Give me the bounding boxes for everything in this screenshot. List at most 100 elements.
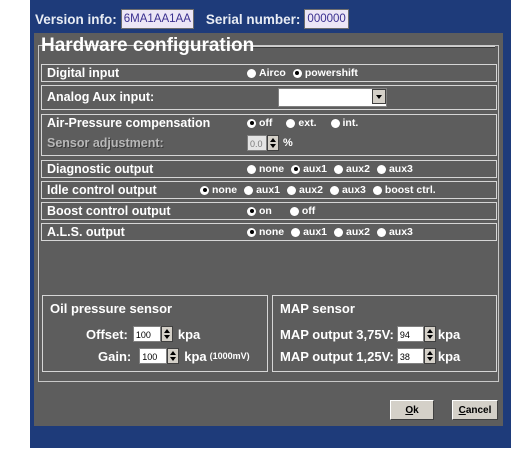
map-out1-line: MAP output 3,75V: 94 kpa: [280, 326, 460, 342]
radio-diag-none[interactable]: none: [247, 163, 284, 175]
radio-selected-icon: [200, 185, 209, 195]
radio-idle-boost[interactable]: boost ctrl.: [372, 184, 436, 196]
radio-selected-icon: [291, 164, 301, 174]
oil-pressure-group: Oil pressure sensor Offset: 100 kpa Gain…: [42, 295, 268, 372]
radio-air-ext[interactable]: ext.: [286, 117, 317, 129]
digital-input-label: Digital input: [47, 66, 120, 80]
map-out1-stepper[interactable]: 94: [396, 326, 436, 342]
sensor-adjustment-input[interactable]: 0.0: [247, 135, 267, 151]
radio-icon: [287, 185, 297, 195]
radio-digital-powershift[interactable]: powershift: [292, 67, 358, 79]
als-output-label: A.L.S. output: [47, 225, 125, 239]
radio-diag-aux2[interactable]: aux2: [334, 163, 370, 175]
version-value: 6MA1AA1AA: [120, 9, 194, 29]
diagnostic-output-row: Diagnostic output none aux1 aux2 aux3: [41, 160, 497, 178]
idle-control-options: none aux1 aux2 aux3 boost ctrl.: [200, 184, 443, 196]
radio-idle-aux2[interactable]: aux2: [287, 184, 323, 196]
radio-digital-airco[interactable]: Airco: [247, 67, 286, 79]
radio-als-aux1[interactable]: aux1: [291, 226, 327, 238]
sensor-adjustment-label: Sensor adjustment:: [47, 136, 164, 150]
ok-button[interactable]: Ok: [390, 400, 434, 420]
analog-aux-row: Analog Aux input:: [41, 85, 497, 110]
radio-diag-aux3[interactable]: aux3: [376, 163, 413, 175]
digital-input-options: Airco powershift: [247, 67, 365, 79]
radio-selected-icon: [247, 206, 256, 216]
diagnostic-output-options: none aux1 aux2 aux3: [247, 163, 420, 175]
radio-icon: [376, 227, 386, 237]
spinner-icon[interactable]: [267, 135, 279, 151]
radio-icon: [372, 185, 382, 195]
map-out1-label: MAP output 3,75V:: [280, 326, 394, 342]
map-out2-input[interactable]: 38: [396, 348, 424, 364]
radio-diag-aux1[interactable]: aux1: [291, 163, 327, 175]
chevron-down-icon: [376, 95, 382, 99]
boost-control-row: Boost control output on off: [41, 202, 497, 220]
serial-label: Serial number:: [205, 11, 301, 27]
oil-gain-stepper[interactable]: 100: [139, 348, 180, 364]
idle-control-label: Idle control output: [47, 183, 157, 197]
air-pressure-label: Air-Pressure compensation: [47, 116, 211, 130]
oil-offset-unit: kpa: [177, 326, 201, 342]
hardware-config-panel: Hardware configuration Digital input Air…: [34, 33, 503, 426]
sensor-adjustment-stepper[interactable]: 0.0 %: [247, 135, 293, 151]
radio-air-int[interactable]: int.: [330, 117, 358, 129]
radio-als-aux2[interactable]: aux2: [334, 226, 370, 238]
radio-idle-none[interactable]: none: [200, 184, 237, 196]
radio-idle-aux1[interactable]: aux1: [244, 184, 280, 196]
radio-icon: [334, 164, 344, 174]
radio-icon: [247, 68, 256, 78]
map-out2-label: MAP output 1,25V:: [280, 348, 394, 364]
map-out2-line: MAP output 1,25V: 38 kpa: [280, 348, 460, 364]
map-out2-unit: kpa: [437, 348, 461, 364]
oil-gain-line: Gain: 100 kpa (1000mV): [98, 348, 250, 364]
spinner-icon[interactable]: [423, 348, 436, 364]
map-sensor-title: MAP sensor: [280, 301, 355, 316]
serial-value: 000000: [304, 9, 349, 29]
radio-icon: [334, 227, 344, 237]
oil-offset-input[interactable]: 100: [132, 326, 161, 342]
oil-gain-label: Gain:: [98, 348, 132, 364]
radio-boost-on[interactable]: on: [247, 205, 272, 217]
map-out2-stepper[interactable]: 38: [396, 348, 436, 364]
cancel-button[interactable]: Cancel: [452, 400, 498, 420]
oil-gain-input[interactable]: 100: [139, 348, 168, 364]
dropdown-arrow-button[interactable]: [372, 89, 386, 104]
oil-offset-stepper[interactable]: 100: [132, 326, 173, 342]
main-window: Version info: 6MA1AA1AA Serial number: 0…: [30, 0, 511, 448]
spinner-icon[interactable]: [423, 326, 436, 342]
boost-control-label: Boost control output: [47, 204, 171, 218]
oil-gain-note: (1000mV): [209, 351, 250, 361]
radio-icon: [247, 164, 256, 174]
radio-air-off[interactable]: off: [247, 117, 272, 129]
radio-icon: [376, 164, 386, 174]
radio-als-aux3[interactable]: aux3: [376, 226, 413, 238]
sensor-adjustment-unit: %: [283, 137, 293, 149]
radio-icon: [291, 227, 301, 237]
oil-pressure-title: Oil pressure sensor: [50, 301, 173, 316]
radio-boost-off[interactable]: off: [289, 205, 315, 217]
idle-control-row: Idle control output none aux1 aux2 aux3 …: [41, 181, 497, 199]
als-output-row: A.L.S. output none aux1 aux2 aux3: [41, 223, 497, 241]
boost-control-options: on off: [247, 205, 322, 217]
analog-aux-dropdown[interactable]: [278, 88, 387, 107]
air-pressure-options: off ext. int.: [247, 117, 365, 129]
radio-icon: [244, 185, 254, 195]
radio-icon: [286, 118, 296, 128]
radio-idle-aux3[interactable]: aux3: [329, 184, 366, 196]
radio-icon: [329, 185, 339, 195]
radio-als-none[interactable]: none: [247, 226, 284, 238]
analog-aux-label: Analog Aux input:: [47, 90, 155, 104]
radio-icon: [330, 118, 340, 128]
map-out1-unit: kpa: [437, 326, 461, 342]
spinner-icon[interactable]: [167, 348, 180, 364]
map-sensor-group: MAP sensor MAP output 3,75V: 94 kpa MAP …: [272, 295, 497, 372]
radio-icon: [289, 206, 299, 216]
air-pressure-row: Air-Pressure compensation off ext. int. …: [41, 114, 497, 156]
oil-offset-line: Offset: 100 kpa: [86, 326, 200, 342]
radio-selected-icon: [247, 118, 256, 128]
map-out1-input[interactable]: 94: [396, 326, 424, 342]
version-label: Version info:: [35, 11, 117, 27]
spinner-icon[interactable]: [160, 326, 173, 342]
diagnostic-output-label: Diagnostic output: [47, 162, 154, 176]
radio-selected-icon: [247, 227, 256, 237]
